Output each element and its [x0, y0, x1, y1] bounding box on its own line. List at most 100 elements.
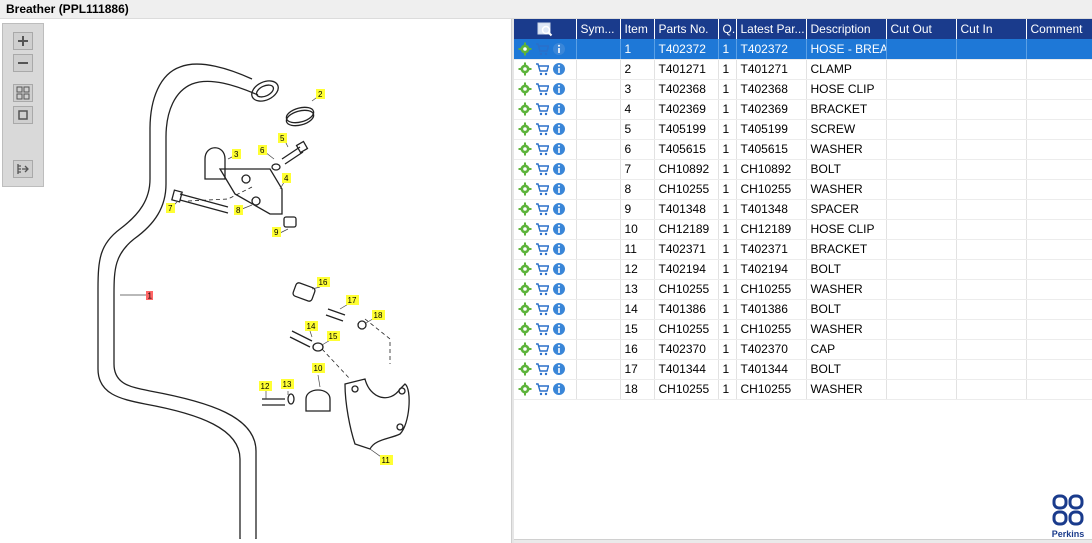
- gear-icon[interactable]: [518, 222, 532, 236]
- cart-icon[interactable]: [535, 282, 549, 296]
- gear-icon[interactable]: [518, 122, 532, 136]
- export-button[interactable]: [13, 160, 33, 178]
- fit-grid-button[interactable]: [13, 84, 33, 102]
- callout-6[interactable]: 6: [258, 145, 267, 155]
- callout-8[interactable]: 8: [234, 205, 243, 215]
- info-icon[interactable]: [552, 242, 566, 256]
- info-icon[interactable]: [552, 322, 566, 336]
- cart-icon[interactable]: [535, 182, 549, 196]
- cart-icon[interactable]: [535, 382, 549, 396]
- callout-12[interactable]: 12: [259, 381, 272, 391]
- callout-18[interactable]: 18: [372, 310, 385, 320]
- table-row[interactable]: 6 T405615 1 T405615 WASHER: [514, 139, 1092, 160]
- exploded-parts-diagram[interactable]: 1 2 3 4 5 6 7 8 9 10 11 12 13 14 15 16 1…: [60, 39, 500, 539]
- gear-icon[interactable]: [518, 142, 532, 156]
- info-icon[interactable]: [552, 182, 566, 196]
- info-icon[interactable]: [552, 82, 566, 96]
- cart-icon[interactable]: [535, 322, 549, 336]
- callout-1[interactable]: 1: [146, 291, 153, 301]
- callout-2[interactable]: 2: [316, 89, 325, 99]
- cart-icon[interactable]: [535, 262, 549, 276]
- column-header-comment[interactable]: Comment: [1026, 19, 1092, 39]
- table-row[interactable]: 10 CH12189 1 CH12189 HOSE CLIP: [514, 219, 1092, 240]
- gear-icon[interactable]: [518, 302, 532, 316]
- gear-icon[interactable]: [518, 42, 532, 56]
- info-icon[interactable]: [552, 122, 566, 136]
- table-row[interactable]: 8 CH10255 1 CH10255 WASHER: [514, 179, 1092, 200]
- column-header-item[interactable]: Item: [620, 19, 655, 39]
- gear-icon[interactable]: [518, 382, 532, 396]
- gear-icon[interactable]: [518, 362, 532, 376]
- cart-icon[interactable]: [535, 102, 549, 116]
- info-icon[interactable]: [552, 362, 566, 376]
- info-icon[interactable]: [552, 42, 566, 56]
- cart-icon[interactable]: [535, 202, 549, 216]
- cart-icon[interactable]: [535, 342, 549, 356]
- cart-icon[interactable]: [535, 82, 549, 96]
- info-icon[interactable]: [552, 222, 566, 236]
- callout-14[interactable]: 14: [305, 321, 318, 331]
- callout-16[interactable]: 16: [317, 277, 330, 287]
- gear-icon[interactable]: [518, 102, 532, 116]
- table-row[interactable]: 5 T405199 1 T405199 SCREW: [514, 119, 1092, 140]
- table-row[interactable]: 13 CH10255 1 CH10255 WASHER: [514, 279, 1092, 300]
- gear-icon[interactable]: [518, 242, 532, 256]
- gear-icon[interactable]: [518, 262, 532, 276]
- info-icon[interactable]: [552, 102, 566, 116]
- cart-icon[interactable]: [535, 142, 549, 156]
- column-header-cut-out[interactable]: Cut Out: [886, 19, 957, 39]
- callout-9[interactable]: 9: [272, 227, 281, 237]
- fit-window-button[interactable]: [13, 106, 33, 124]
- gear-icon[interactable]: [518, 342, 532, 356]
- column-header-description[interactable]: Description: [806, 19, 887, 39]
- info-icon[interactable]: [552, 62, 566, 76]
- callout-17[interactable]: 17: [346, 295, 359, 305]
- table-row[interactable]: 4 T402369 1 T402369 BRACKET: [514, 99, 1092, 120]
- info-icon[interactable]: [552, 282, 566, 296]
- table-row[interactable]: 17 T401344 1 T401344 BOLT: [514, 359, 1092, 380]
- cart-icon[interactable]: [535, 222, 549, 236]
- table-row[interactable]: 9 T401348 1 T401348 SPACER: [514, 199, 1092, 220]
- info-icon[interactable]: [552, 162, 566, 176]
- callout-labels[interactable]: 1 2 3 4 5 6 7 8 9 10 11 12 13 14 15 16 1…: [146, 89, 393, 465]
- info-icon[interactable]: [552, 302, 566, 316]
- table-row[interactable]: 7 CH10892 1 CH10892 BOLT: [514, 159, 1092, 180]
- gear-icon[interactable]: [518, 202, 532, 216]
- callout-15[interactable]: 15: [327, 331, 340, 341]
- info-icon[interactable]: [552, 342, 566, 356]
- column-header-icons[interactable]: [514, 19, 577, 39]
- callout-13[interactable]: 13: [281, 379, 294, 389]
- horizontal-scrollbar[interactable]: [514, 539, 1092, 543]
- callout-4[interactable]: 4: [282, 173, 291, 183]
- column-header-cut-in[interactable]: Cut In: [956, 19, 1027, 39]
- gear-icon[interactable]: [518, 182, 532, 196]
- column-header-symbol[interactable]: Sym...: [576, 19, 621, 39]
- column-header-latest-part[interactable]: Latest Par...: [736, 19, 807, 39]
- table-row[interactable]: 15 CH10255 1 CH10255 WASHER: [514, 319, 1092, 340]
- cart-icon[interactable]: [535, 162, 549, 176]
- zoom-in-button[interactable]: [13, 32, 33, 50]
- info-icon[interactable]: [552, 262, 566, 276]
- info-icon[interactable]: [552, 142, 566, 156]
- gear-icon[interactable]: [518, 322, 532, 336]
- cart-icon[interactable]: [535, 242, 549, 256]
- cart-icon[interactable]: [535, 122, 549, 136]
- column-header-parts-no[interactable]: Parts No.: [654, 19, 719, 39]
- zoom-out-button[interactable]: [13, 54, 33, 72]
- info-icon[interactable]: [552, 382, 566, 396]
- callout-10[interactable]: 10: [312, 363, 325, 373]
- gear-icon[interactable]: [518, 62, 532, 76]
- table-row[interactable]: 16 T402370 1 T402370 CAP: [514, 339, 1092, 360]
- table-row[interactable]: 18 CH10255 1 CH10255 WASHER: [514, 379, 1092, 400]
- table-row[interactable]: 12 T402194 1 T402194 BOLT: [514, 259, 1092, 280]
- gear-icon[interactable]: [518, 82, 532, 96]
- table-row[interactable]: 3 T402368 1 T402368 HOSE CLIP: [514, 79, 1092, 100]
- callout-5[interactable]: 5: [278, 133, 287, 143]
- callout-3[interactable]: 3: [232, 149, 241, 159]
- cart-icon[interactable]: [535, 42, 549, 56]
- column-header-qty[interactable]: Q.: [718, 19, 737, 39]
- table-row[interactable]: 2 T401271 1 T401271 CLAMP: [514, 59, 1092, 80]
- cart-icon[interactable]: [535, 302, 549, 316]
- table-row[interactable]: 1T4023721T402372HOSE - BREATH: [514, 39, 1092, 60]
- callout-11[interactable]: 11: [380, 455, 393, 465]
